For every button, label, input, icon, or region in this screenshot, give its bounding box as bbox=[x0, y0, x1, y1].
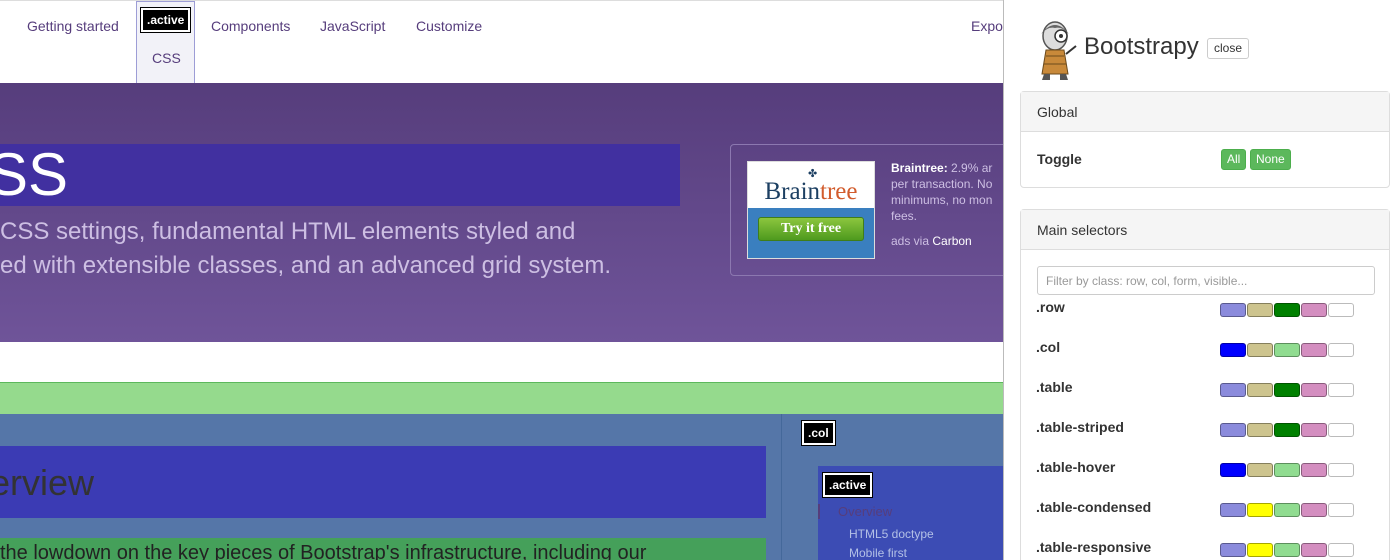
color-swatch-3[interactable] bbox=[1274, 503, 1300, 517]
main-selectors-header: Main selectors bbox=[1021, 210, 1389, 250]
ad-brand: Braintree: bbox=[891, 161, 948, 175]
color-swatch-4[interactable] bbox=[1301, 343, 1327, 357]
color-swatch-1[interactable] bbox=[1220, 303, 1246, 317]
color-swatch-4[interactable] bbox=[1301, 463, 1327, 477]
color-swatch-5[interactable] bbox=[1328, 383, 1354, 397]
selector-name: .table-striped bbox=[1036, 419, 1124, 435]
sidenav-active-tag: .active bbox=[825, 475, 871, 495]
selector-row: .table-responsive bbox=[1021, 539, 1389, 559]
selector-name: .col bbox=[1036, 339, 1061, 355]
selector-name: .table-responsive bbox=[1036, 539, 1152, 555]
color-swatch-1[interactable] bbox=[1220, 343, 1246, 357]
active-class-tag: .active bbox=[143, 10, 189, 30]
color-swatch-1[interactable] bbox=[1220, 423, 1246, 437]
color-swatch-3[interactable] bbox=[1274, 423, 1300, 437]
try-it-free-button[interactable]: Try it free bbox=[758, 217, 864, 241]
main-content: erview the lowdown on the key pieces of … bbox=[0, 414, 1003, 560]
color-swatch-5[interactable] bbox=[1328, 423, 1354, 437]
color-swatch-5[interactable] bbox=[1328, 343, 1354, 357]
color-swatch-4[interactable] bbox=[1301, 303, 1327, 317]
color-swatch-2[interactable] bbox=[1247, 383, 1273, 397]
color-swatch-2[interactable] bbox=[1247, 463, 1273, 477]
sidenav-mobile-first[interactable]: Mobile first bbox=[849, 546, 907, 560]
nav-components[interactable]: Components bbox=[211, 18, 290, 34]
bootstrapy-mascot-icon bbox=[1041, 21, 1077, 80]
overview-heading: erview bbox=[0, 462, 95, 503]
col-class-tag: .col bbox=[804, 423, 833, 443]
selector-name: .row bbox=[1036, 299, 1065, 315]
hero-lead-line-1: CSS settings, fundamental HTML elements … bbox=[0, 218, 576, 245]
selector-row: .col bbox=[1021, 339, 1389, 359]
overview-heading-highlight: erview bbox=[0, 446, 766, 518]
color-swatch-2[interactable] bbox=[1247, 303, 1273, 317]
color-swatch-4[interactable] bbox=[1301, 423, 1327, 437]
color-swatch-2[interactable] bbox=[1247, 423, 1273, 437]
overview-lead: the lowdown on the key pieces of Bootstr… bbox=[0, 542, 647, 560]
nav-javascript[interactable]: JavaScript bbox=[320, 18, 385, 34]
ad-text[interactable]: Braintree: 2.9% ar per transaction. No m… bbox=[891, 160, 1003, 224]
carbon-ad: ✤ Braintree Try it free Braintree: 2.9% … bbox=[730, 144, 1003, 276]
selector-row: .table bbox=[1021, 379, 1389, 399]
global-card-header: Global bbox=[1021, 92, 1389, 132]
close-button[interactable]: close bbox=[1207, 38, 1250, 59]
color-swatch-5[interactable] bbox=[1328, 463, 1354, 477]
color-swatch-1[interactable] bbox=[1220, 383, 1246, 397]
nav-expo[interactable]: Expo bbox=[971, 18, 1003, 34]
hero-title-highlight: SS bbox=[0, 141, 680, 208]
color-swatch-1[interactable] bbox=[1220, 543, 1246, 557]
column-divider bbox=[781, 414, 782, 560]
nav-getting-started[interactable]: Getting started bbox=[27, 18, 119, 34]
filter-input[interactable] bbox=[1037, 266, 1375, 295]
color-swatch-3[interactable] bbox=[1274, 343, 1300, 357]
toggle-all-button[interactable]: All bbox=[1221, 149, 1247, 170]
hero-lead-line-2: ed with extensible classes, and an advan… bbox=[0, 252, 612, 279]
selector-row: .table-condensed bbox=[1021, 499, 1389, 519]
color-swatch-3[interactable] bbox=[1274, 543, 1300, 557]
selector-name: .table-condensed bbox=[1036, 499, 1152, 515]
color-swatch-3[interactable] bbox=[1274, 383, 1300, 397]
hero-header: SS CSS settings, fundamental HTML elemen… bbox=[0, 83, 1003, 342]
color-swatch-4[interactable] bbox=[1301, 383, 1327, 397]
toggle-label: Toggle bbox=[1037, 151, 1082, 167]
color-swatch-2[interactable] bbox=[1247, 503, 1273, 517]
color-swatch-5[interactable] bbox=[1328, 503, 1354, 517]
color-swatch-3[interactable] bbox=[1274, 463, 1300, 477]
nav-css[interactable]: CSS bbox=[152, 50, 181, 66]
carbon-link[interactable]: Carbon bbox=[932, 234, 971, 248]
color-swatch-4[interactable] bbox=[1301, 543, 1327, 557]
ads-via-carbon: ads via Carbon bbox=[891, 234, 972, 248]
selector-name: .table bbox=[1036, 379, 1073, 395]
color-swatch-4[interactable] bbox=[1301, 503, 1327, 517]
braintree-ad-image[interactable]: ✤ Braintree Try it free bbox=[747, 161, 875, 259]
panel-title: Bootstrapy bbox=[1084, 33, 1199, 60]
bootstrap-docs-page: Getting started .active CSS Components J… bbox=[0, 0, 1003, 560]
sidenav-overview[interactable]: Overview bbox=[818, 504, 892, 519]
color-swatch-2[interactable] bbox=[1247, 343, 1273, 357]
page-title: SS bbox=[0, 141, 69, 208]
color-swatch-1[interactable] bbox=[1220, 463, 1246, 477]
selector-row: .table-striped bbox=[1021, 419, 1389, 439]
color-swatch-1[interactable] bbox=[1220, 503, 1246, 517]
nav-customize[interactable]: Customize bbox=[416, 18, 482, 34]
top-navbar: Getting started .active CSS Components J… bbox=[0, 0, 1003, 84]
braintree-logo: Braintree bbox=[764, 178, 858, 205]
color-swatch-2[interactable] bbox=[1247, 543, 1273, 557]
color-swatch-5[interactable] bbox=[1328, 303, 1354, 317]
bootstrapy-panel: Bootstrapy close Global Toggle All None … bbox=[1003, 0, 1400, 560]
row-highlight bbox=[0, 382, 1003, 414]
sidenav-html5-doctype[interactable]: HTML5 doctype bbox=[849, 527, 934, 541]
selector-row: .table-hover bbox=[1021, 459, 1389, 479]
selector-name: .table-hover bbox=[1036, 459, 1116, 475]
color-swatch-5[interactable] bbox=[1328, 543, 1354, 557]
selector-row: .row bbox=[1021, 299, 1389, 319]
lead-highlight: the lowdown on the key pieces of Bootstr… bbox=[0, 538, 766, 560]
global-card: Global Toggle All None bbox=[1020, 91, 1390, 188]
main-selectors-card: Main selectors .row .col .table .table-stri… bbox=[1020, 209, 1390, 560]
color-swatch-3[interactable] bbox=[1274, 303, 1300, 317]
toggle-none-button[interactable]: None bbox=[1250, 149, 1291, 170]
